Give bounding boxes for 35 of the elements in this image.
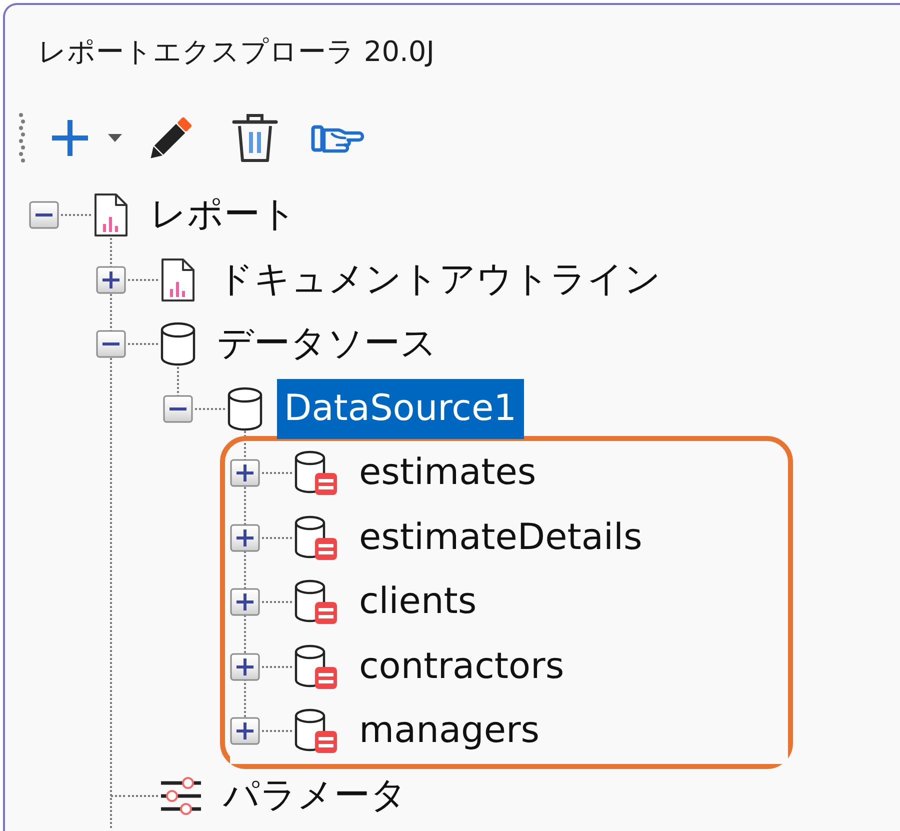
tree-item[interactable]: DataSource1 [277, 378, 524, 439]
tree-item[interactable]: ドキュメントアウトライン [210, 250, 668, 310]
tree-item[interactable]: clients [352, 572, 484, 632]
expand-icon[interactable] [96, 266, 126, 294]
pencil-icon[interactable] [148, 115, 194, 161]
chart-document-icon [93, 193, 129, 238]
database-table-icon [294, 579, 338, 626]
grip-icon[interactable] [18, 112, 26, 164]
tree-item[interactable]: contractors [352, 636, 572, 697]
tree-item[interactable]: managers [352, 701, 547, 762]
plus-icon[interactable] [52, 120, 88, 156]
collapse-icon[interactable] [96, 330, 126, 358]
expand-icon[interactable] [230, 717, 260, 746]
caret-icon[interactable] [108, 134, 122, 142]
window-title: レポートエクスプローラ 20.0J [38, 34, 435, 70]
tree-item[interactable]: estimateDetails [352, 508, 650, 568]
trash-icon[interactable] [232, 113, 278, 163]
database-table-icon [294, 514, 338, 561]
collapse-icon[interactable] [163, 394, 193, 423]
sliders-icon [160, 776, 202, 816]
chart-document-icon [160, 258, 196, 302]
expand-icon[interactable] [230, 459, 260, 488]
database-table-icon [294, 450, 338, 496]
database-table-icon [294, 644, 338, 690]
tree-item[interactable]: パラメータ [216, 766, 414, 826]
collapse-icon[interactable] [29, 201, 59, 230]
expand-icon[interactable] [230, 652, 260, 681]
database-icon [160, 322, 196, 366]
tree-item[interactable]: データソース [210, 314, 444, 374]
expand-icon[interactable] [230, 588, 260, 616]
database-table-icon [294, 708, 338, 754]
tree-item[interactable]: レポート [143, 185, 304, 246]
tree-item[interactable]: estimates [352, 443, 544, 504]
expand-icon[interactable] [230, 524, 260, 552]
database-icon [227, 386, 263, 431]
